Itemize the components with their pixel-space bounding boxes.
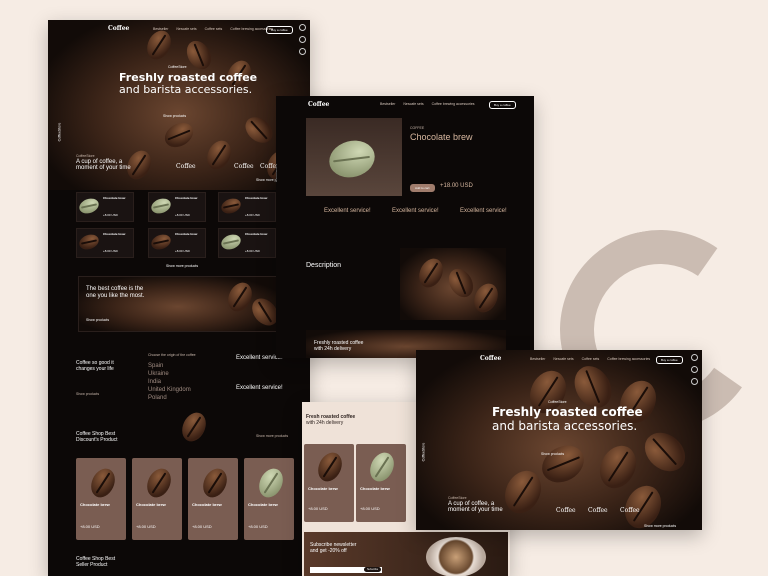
- nav-item[interactable]: Nescafe sets: [553, 357, 573, 361]
- review-title: Excellent service!: [324, 208, 371, 214]
- product-image: [306, 118, 402, 196]
- newsletter-title-2: and get -20% off: [310, 548, 347, 554]
- nav-item[interactable]: Coffee sets: [582, 357, 600, 361]
- review-title: Excellent service!: [236, 385, 283, 391]
- origin-title: Choose the origin of the coffee: [148, 353, 196, 357]
- delivery2-title-2: with 24h delivery: [306, 420, 344, 426]
- cart-icon[interactable]: [691, 354, 698, 361]
- product-card[interactable]: Chocolate brew +8.00 USD: [244, 458, 294, 540]
- nav-item[interactable]: Bestseller: [380, 102, 395, 106]
- product-card[interactable]: Chocolate brew +8.00 USD: [188, 458, 238, 540]
- top-nav: Bestseller Nescafe sets Coffee sets Coff…: [530, 357, 650, 361]
- hero-title-1: Freshly roasted coffee: [119, 71, 258, 84]
- side-label: CoffeeStore: [57, 122, 62, 142]
- product-card[interactable]: Chocolate brew +8.00 USD: [218, 192, 276, 222]
- shop-best-title-2: Discount's Product: [76, 437, 118, 443]
- add-to-cart-button[interactable]: Add to cart: [410, 184, 435, 192]
- best-title-2: one you like the most.: [86, 293, 145, 299]
- show-more-link[interactable]: Show more products: [166, 264, 198, 268]
- delivery-title-2: with 24h delivery: [314, 346, 352, 352]
- product-card[interactable]: Chocolate brew +8.00 USD: [76, 458, 126, 540]
- logo[interactable]: Coffee: [308, 101, 329, 108]
- product-card[interactable]: Chocolate brew +8.00 USD: [356, 444, 406, 522]
- side-label: CoffeeStore: [421, 442, 426, 462]
- hero-title-2: and barista accessories.: [119, 83, 253, 96]
- product-card[interactable]: Chocolate brew +8.00 USD: [76, 228, 134, 258]
- user-icon[interactable]: [299, 36, 306, 43]
- origin-item[interactable]: Ukraine: [148, 370, 191, 378]
- coffee-cup-image: [426, 537, 486, 576]
- panel-product-detail: Coffee Bestseller Nescafe sets Coffee br…: [276, 96, 534, 358]
- description-title: Description: [306, 262, 342, 269]
- nav-item[interactable]: Bestseller: [530, 357, 545, 361]
- panel-desktop-hero: Coffee Bestseller Nescafe sets Coffee se…: [416, 350, 702, 530]
- tagline-2: moment of your time: [76, 165, 131, 171]
- brand-logo: Coffee: [620, 507, 640, 514]
- subscribe-button[interactable]: Subscribe: [364, 567, 382, 572]
- shop-seller-title-2: Seller Product: [76, 562, 108, 568]
- top-nav: Bestseller Nescafe sets Coffee brewing a…: [380, 102, 475, 106]
- product-card[interactable]: Chocolate brew +8.00 USD: [218, 228, 276, 258]
- review-title: Excellent service!: [460, 208, 507, 214]
- right-icon-bar: [691, 354, 698, 385]
- search-icon[interactable]: [299, 48, 306, 55]
- logo[interactable]: Coffee: [108, 25, 129, 32]
- nav-item[interactable]: Coffee sets: [205, 27, 223, 31]
- nav-item[interactable]: Nescafe sets: [403, 102, 423, 106]
- nav-item[interactable]: Coffee brewing accessories: [607, 357, 650, 361]
- brand-logo: Coffee: [234, 163, 254, 170]
- product-card[interactable]: Chocolate brew +8.00 USD: [148, 228, 206, 258]
- top-nav: Bestseller Nescafe sets Coffee sets Coff…: [153, 27, 273, 31]
- origin-list: Spain Ukraine India United Kingdom Polan…: [148, 362, 191, 402]
- review-title: Excellent service!: [392, 208, 439, 214]
- hero-cta[interactable]: Show products: [541, 452, 564, 456]
- product-card[interactable]: Chocolate brew +8.00 USD: [132, 458, 182, 540]
- origin-item[interactable]: Spain: [148, 362, 191, 370]
- buy-coffee-button[interactable]: Buy a coffee: [489, 101, 516, 109]
- tagline-label: CoffeeStore: [76, 154, 95, 158]
- best-link[interactable]: Show products: [86, 318, 109, 322]
- product-card[interactable]: Chocolate brew +8.00 USD: [304, 444, 354, 522]
- product-cat: COFFEE: [410, 126, 425, 130]
- cart-icon[interactable]: [299, 24, 306, 31]
- origin-item[interactable]: India: [148, 378, 191, 386]
- product-card[interactable]: Chocolate brew +8.00 USD: [148, 192, 206, 222]
- buy-coffee-button[interactable]: Buy a coffee: [266, 26, 293, 34]
- product-card[interactable]: Chocolate brew +8.00 USD: [76, 192, 134, 222]
- brand-logo: Coffee: [588, 507, 608, 514]
- show-more-link[interactable]: Show more products: [644, 524, 676, 528]
- best-title-1: The best coffee is the: [86, 286, 144, 292]
- product-title: Chocolate brew: [410, 132, 473, 142]
- product-price: +18.00 USD: [440, 183, 473, 189]
- logo[interactable]: Coffee: [480, 355, 501, 362]
- hero-tag: CoffeeStore: [168, 65, 187, 69]
- origin-item[interactable]: United Kingdom: [148, 386, 191, 394]
- nav-item[interactable]: Coffee brewing accessories: [432, 102, 475, 106]
- side-label: CoffeeStore: [276, 164, 277, 183]
- brand-logo: Coffee: [556, 507, 576, 514]
- best-coffee-section: [78, 276, 284, 332]
- hero-title-2: and barista accessories.: [492, 419, 638, 433]
- buy-coffee-button[interactable]: Buy a coffee: [656, 356, 683, 364]
- hero-tag: CoffeeStore: [548, 400, 567, 404]
- nav-item[interactable]: Bestseller: [153, 27, 168, 31]
- description-image: [400, 248, 506, 320]
- tagline-2: moment of your time: [448, 507, 503, 513]
- good-title-2: changes your life: [76, 366, 114, 372]
- origin-item[interactable]: Poland: [148, 394, 191, 402]
- hero-cta[interactable]: Show products: [163, 114, 186, 118]
- search-icon[interactable]: [691, 378, 698, 385]
- tagline-label: CoffeeStore: [448, 496, 467, 500]
- user-icon[interactable]: [691, 366, 698, 373]
- nav-item[interactable]: Nescafe sets: [176, 27, 196, 31]
- hero-title-1: Freshly roasted coffee: [492, 405, 643, 419]
- shop-best-link[interactable]: Show more products: [256, 434, 288, 438]
- right-icon-bar: [299, 24, 306, 55]
- panel-home-long: Coffee Bestseller Nescafe sets Coffee se…: [48, 20, 310, 576]
- good-link[interactable]: Show products: [76, 392, 99, 396]
- brand-logo: Coffee: [176, 163, 196, 170]
